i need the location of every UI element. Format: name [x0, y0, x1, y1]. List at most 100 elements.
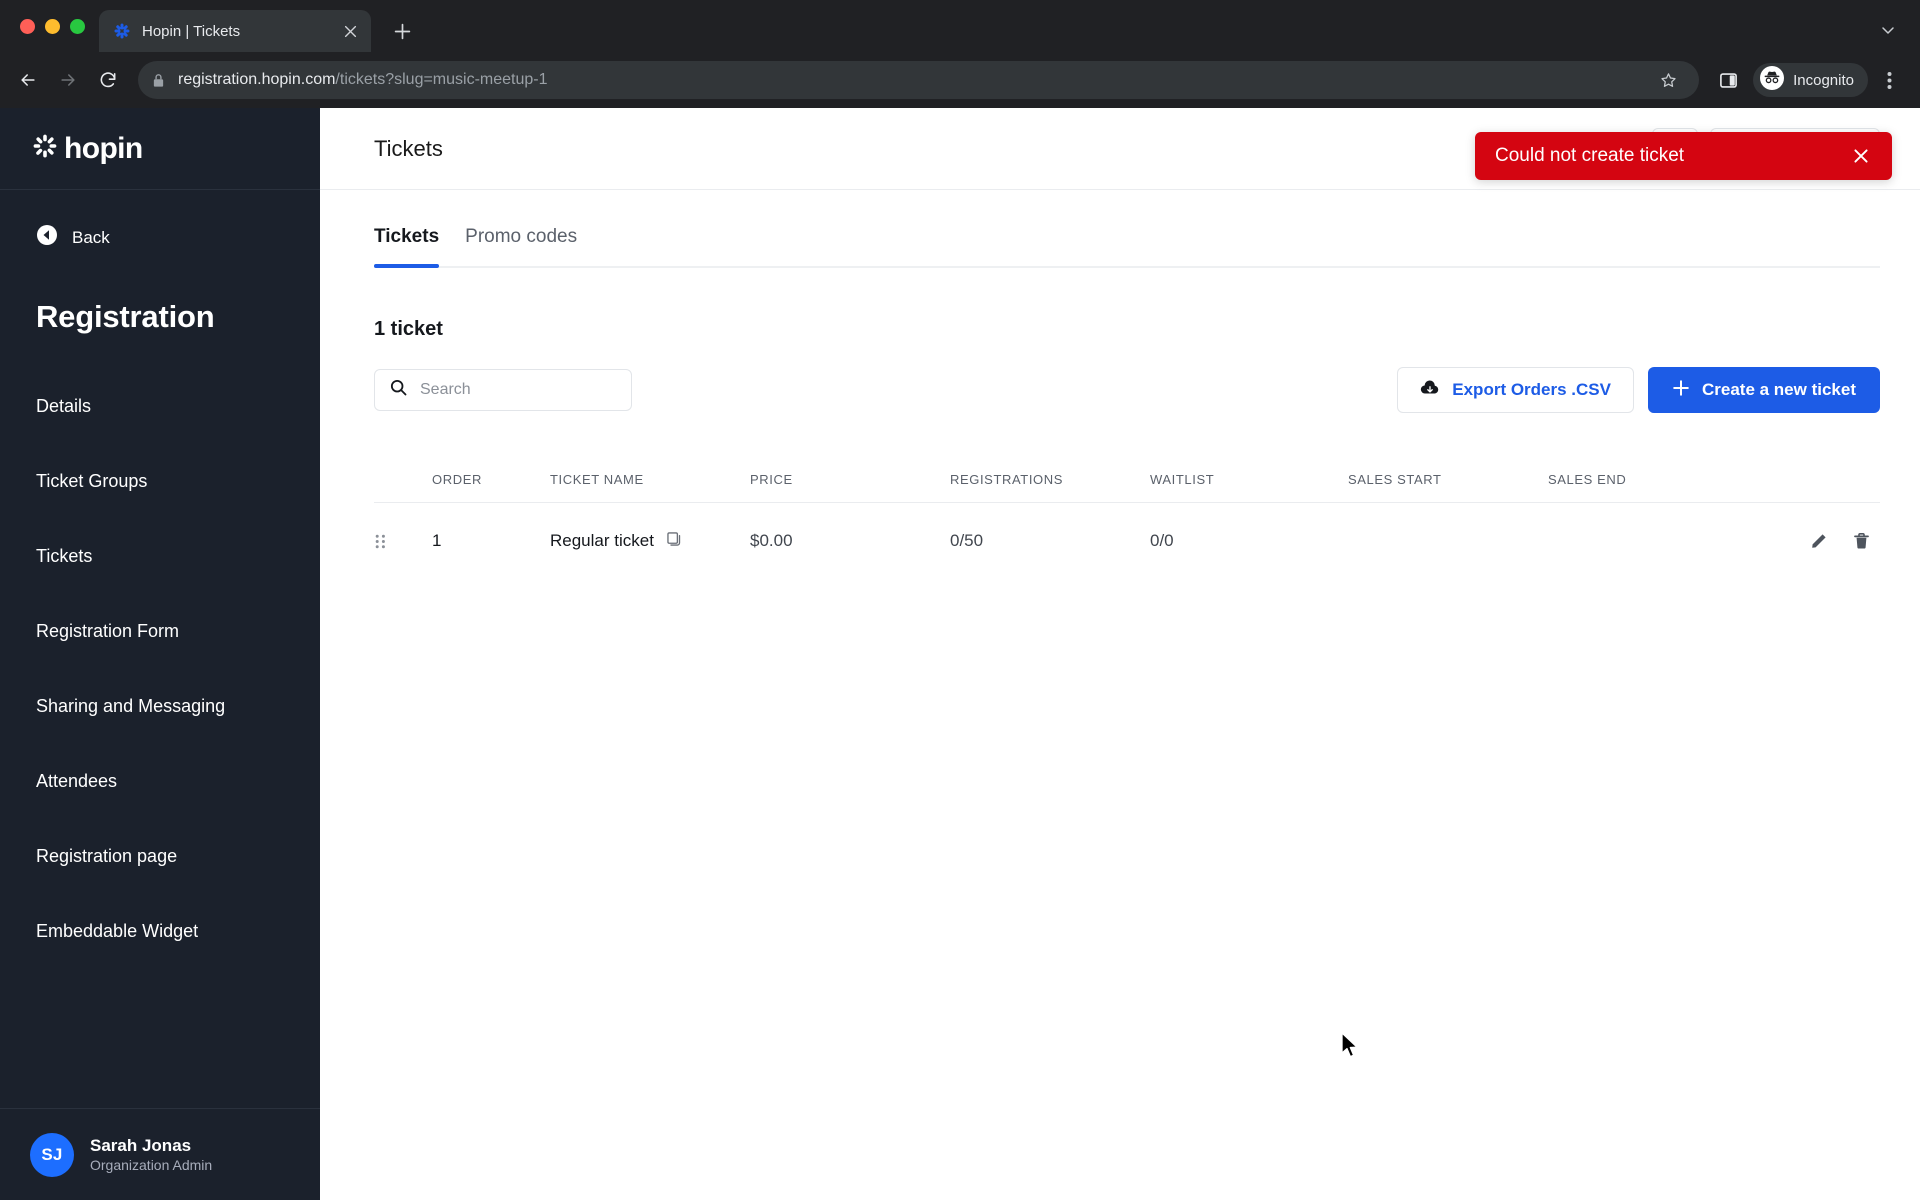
sidebar-item-label: Embeddable Widget [36, 921, 199, 941]
browser-tab-strip: Hopin | Tickets [0, 0, 1920, 52]
sidebar-item-details[interactable]: Details [0, 369, 320, 444]
sidebar-item-embeddable-widget[interactable]: Embeddable Widget [0, 894, 320, 969]
sidebar-user-profile[interactable]: SJ Sarah Jonas Organization Admin [0, 1108, 320, 1200]
create-a-new-ticket-button[interactable]: Create a new ticket [1647, 367, 1880, 413]
sidebar-logo-text: hopin [64, 131, 143, 165]
tab-promo-codes[interactable]: Promo codes [465, 226, 577, 266]
pencil-icon[interactable] [1808, 530, 1830, 552]
sidebar-item-attendees[interactable]: Attendees [0, 744, 320, 819]
sidebar-logo[interactable]: hopin [0, 108, 320, 190]
hopin-logo-icon [32, 133, 58, 164]
browser-toolbar: registration.hopin.com/tickets?slug=musi… [0, 52, 1920, 108]
tab-tickets[interactable]: Tickets [374, 226, 440, 268]
three-dot-menu-icon[interactable] [1872, 63, 1906, 97]
row-actions [1748, 530, 1880, 552]
column-header-ticket-name: TICKET NAME [550, 472, 644, 487]
sidebar-item-label: Tickets [36, 546, 93, 566]
user-name: Sarah Jonas [90, 1135, 192, 1155]
cloud-download-icon [1420, 379, 1440, 401]
address-bar[interactable]: registration.hopin.com/tickets?slug=musi… [138, 61, 1700, 99]
sidebar-item-label: Registration Form [36, 621, 180, 641]
sidebar-item-label: Details [36, 396, 92, 416]
column-header-sales-end: SALES END [1548, 472, 1627, 487]
page-viewport: hopin Back Registration Details Ticket G… [0, 108, 1920, 1200]
search-icon [389, 378, 408, 402]
toast-close-icon[interactable] [1850, 145, 1872, 167]
table-row[interactable]: 1 Regular ticket $0.00 0/50 0/0 [374, 503, 1880, 579]
sidebar-item-ticket-groups[interactable]: Ticket Groups [0, 444, 320, 519]
user-role: Organization Admin [90, 1157, 213, 1174]
maximize-window-button[interactable] [70, 18, 85, 34]
address-bar-url: registration.hopin.com/tickets?slug=musi… [178, 71, 548, 89]
error-toast: Could not create ticket [1475, 132, 1892, 180]
tab-label: Promo codes [465, 226, 578, 247]
sidebar-item-label: Ticket Groups [36, 471, 148, 491]
toast-message: Could not create ticket [1495, 145, 1685, 166]
new-tab-button[interactable] [385, 14, 419, 48]
create-a-new-ticket-label: Create a new ticket [1701, 380, 1856, 399]
user-info: Sarah Jonas Organization Admin [90, 1135, 212, 1174]
sidebar-item-registration-page[interactable]: Registration page [0, 819, 320, 894]
sidebar-item-registration-form[interactable]: Registration Form [0, 594, 320, 669]
cell-waitlist: 0/0 [1150, 531, 1174, 550]
circle-arrow-left-icon [36, 224, 58, 251]
cell-registrations: 0/50 [950, 531, 984, 550]
back-navigation-button[interactable] [10, 62, 46, 98]
content-tabs: Tickets Promo codes [374, 190, 1880, 268]
browser-tab[interactable]: Hopin | Tickets [99, 10, 371, 52]
chevron-down-icon[interactable] [1870, 12, 1906, 48]
ticket-name-text: Regular ticket [550, 531, 654, 550]
side-panel-icon[interactable] [1711, 63, 1745, 97]
column-header-order: ORDER [432, 472, 482, 487]
export-orders-csv-button[interactable]: Export Orders .CSV [1397, 367, 1634, 413]
window-traffic-lights [12, 0, 99, 52]
app-sidebar: hopin Back Registration Details Ticket G… [0, 108, 320, 1200]
sidebar-nav-list: Details Ticket Groups Tickets Registrati… [0, 335, 320, 969]
table-header-row: ORDER TICKET NAME PRICE REGISTRATIONS WA… [374, 457, 1880, 503]
star-icon[interactable] [1651, 63, 1685, 97]
avatar: SJ [30, 1132, 74, 1177]
sidebar-back-button[interactable]: Back [0, 190, 320, 251]
cell-ticket-name: Regular ticket [550, 531, 750, 552]
table-controls: Export Orders .CSV Create a new ticket [374, 341, 1880, 413]
cell-price: $0.00 [750, 531, 793, 550]
column-header-registrations: REGISTRATIONS [950, 472, 1064, 487]
tab-label: Tickets [374, 226, 440, 247]
url-host: registration.hopin.com [178, 71, 336, 88]
incognito-profile-button[interactable]: Incognito [1753, 63, 1868, 97]
column-header-price: PRICE [750, 472, 793, 487]
tickets-table: ORDER TICKET NAME PRICE REGISTRATIONS WA… [374, 413, 1880, 579]
minimize-window-button[interactable] [45, 18, 60, 34]
content-body: Tickets Promo codes 1 ticket Search Expo… [320, 190, 1920, 1200]
hopin-favicon-icon [113, 22, 131, 40]
search-input[interactable] [420, 381, 617, 399]
cell-order: 1 [432, 531, 442, 550]
sidebar-back-label: Back [72, 227, 110, 247]
address-bar-actions [1651, 63, 1685, 97]
browser-window: Hopin | Tickets registration.hopin.com/t… [0, 0, 1920, 1200]
incognito-icon [1759, 65, 1785, 96]
reload-button[interactable] [90, 62, 126, 98]
sidebar-item-tickets[interactable]: Tickets [0, 519, 320, 594]
forward-navigation-button[interactable] [50, 62, 86, 98]
export-orders-csv-label: Export Orders .CSV [1452, 380, 1611, 399]
sidebar-section-title: Registration [36, 299, 215, 334]
trash-icon[interactable] [1850, 530, 1872, 552]
main-content: Tickets Tickets Promo codes 1 ticket Sea… [320, 108, 1920, 1200]
drag-handle-icon[interactable] [374, 533, 432, 550]
lock-icon [152, 73, 166, 88]
incognito-label: Incognito [1793, 71, 1854, 89]
sidebar-item-sharing-and-messaging[interactable]: Sharing and Messaging [0, 669, 320, 744]
column-header-waitlist: WAITLIST [1150, 472, 1215, 487]
close-window-button[interactable] [20, 18, 35, 34]
sidebar-item-label: Attendees [36, 771, 118, 791]
sidebar-item-label: Sharing and Messaging [36, 696, 226, 716]
url-path: /tickets?slug=music-meetup-1 [335, 71, 548, 88]
plus-icon [1672, 379, 1690, 402]
browser-tab-title: Hopin | Tickets [142, 22, 241, 40]
search-box[interactable] [374, 369, 632, 411]
copy-icon[interactable] [666, 531, 682, 552]
column-header-sales-start: SALES START [1348, 472, 1442, 487]
tab-close-icon[interactable] [339, 20, 361, 42]
